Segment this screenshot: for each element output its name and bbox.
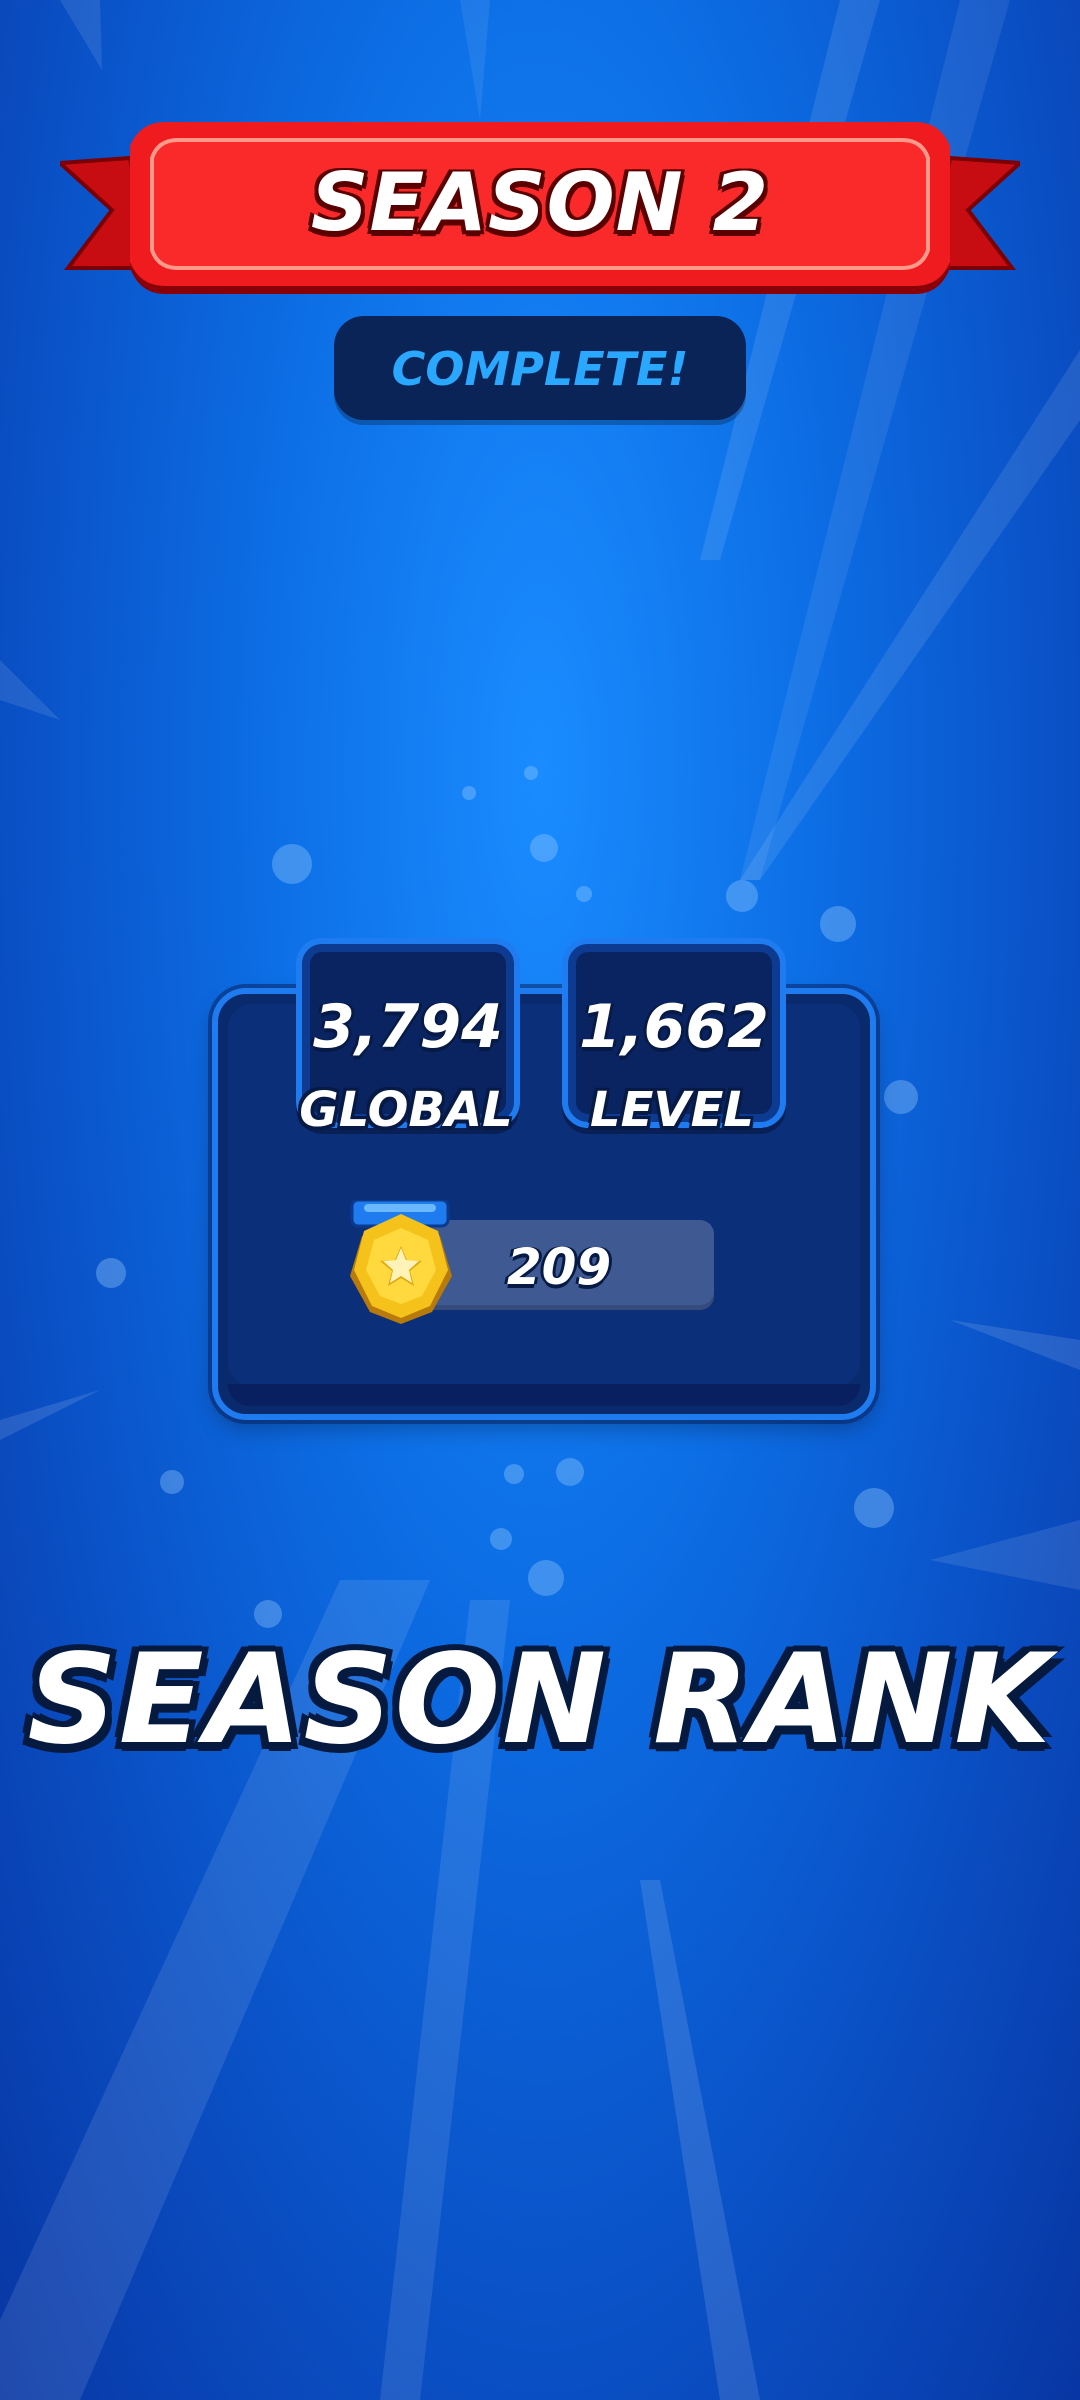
complete-label: COMPLETE! — [391, 342, 689, 396]
bubble — [854, 1488, 894, 1528]
bubble — [524, 766, 538, 780]
bubble — [556, 1458, 584, 1486]
bubble — [462, 786, 476, 800]
panel-lip — [228, 1384, 860, 1406]
bubble — [576, 886, 592, 902]
level-rank-value: 1,662 — [579, 992, 769, 1062]
bubble — [254, 1600, 282, 1628]
bubble — [490, 1528, 512, 1550]
season-banner: SEASON 2 — [60, 118, 1020, 303]
complete-badge: COMPLETE! — [334, 316, 746, 420]
bubble — [820, 906, 856, 942]
bubble — [96, 1258, 126, 1288]
global-rank-label: GLOBAL — [299, 1082, 513, 1138]
bubble — [504, 1464, 524, 1484]
bubble — [726, 880, 758, 912]
bubble — [528, 1560, 564, 1596]
season-title: SEASON 2 — [310, 156, 770, 249]
season-rank-caption: SEASON RANK — [27, 1628, 1053, 1772]
bubble — [160, 1470, 184, 1494]
bubble — [884, 1080, 918, 1114]
star-medal-icon — [350, 1200, 452, 1324]
bubble — [272, 844, 312, 884]
global-rank-value: 3,794 — [313, 992, 503, 1062]
bubble — [530, 834, 558, 862]
level-rank-label: LEVEL — [590, 1082, 754, 1138]
